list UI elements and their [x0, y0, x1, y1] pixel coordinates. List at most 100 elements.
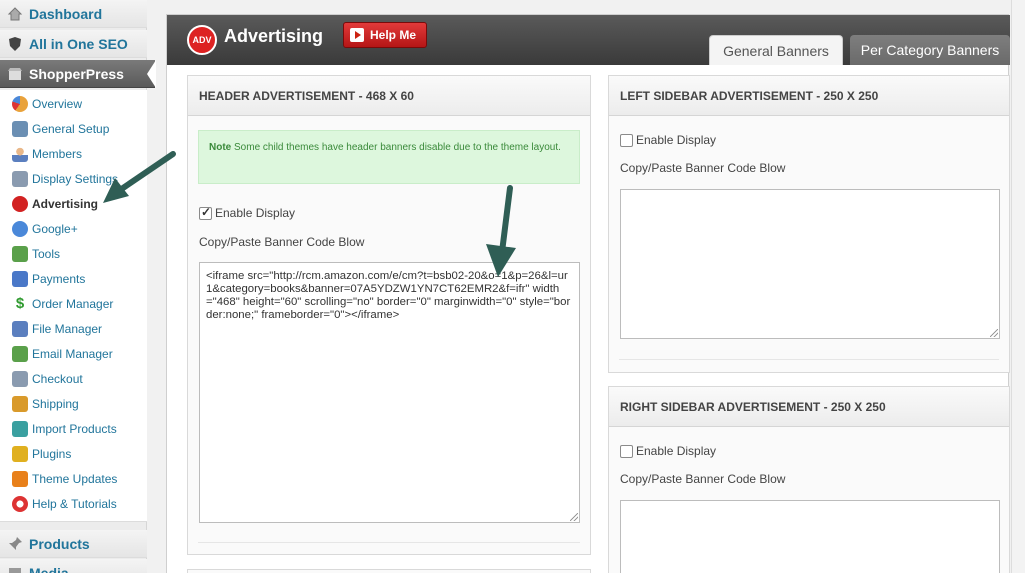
submenu-checkout[interactable]: Checkout [0, 366, 147, 391]
google-icon [12, 220, 28, 237]
right-sidebar-ad-panel: RIGHT SIDEBAR ADVERTISEMENT - 250 X 250 … [608, 386, 1010, 573]
email-icon [12, 345, 28, 362]
submenu-members-label: Members [32, 146, 83, 161]
header-ad-enable-checkbox[interactable] [199, 205, 212, 220]
page-title: Advertising [224, 26, 324, 46]
submenu-general-setup[interactable]: General Setup [0, 116, 147, 141]
note-text: Some child themes have header banners di… [234, 142, 561, 153]
basket-icon [12, 370, 28, 387]
tab-per-category-banners[interactable]: Per Category Banners [850, 35, 1010, 65]
note-label: Note [209, 142, 232, 153]
submenu-overview-label: Overview [32, 96, 83, 111]
menu-shopperpress[interactable]: ShopperPress [0, 60, 156, 88]
help-me-label: Help Me [370, 28, 417, 42]
left-ad-enable-checkbox[interactable] [620, 133, 633, 147]
header-ad-panel: HEADER ADVERTISEMENT - 468 X 60 Note Som… [187, 75, 591, 555]
submenu-checkout-label: Checkout [32, 371, 83, 386]
page-header: ADV Advertising Help Me General Banners … [167, 15, 1010, 65]
submenu-import-products[interactable]: Import Products [0, 416, 147, 441]
toolbox-icon [12, 245, 28, 262]
resize-grip[interactable] [990, 329, 998, 337]
pin-icon [7, 536, 23, 552]
media-icon [7, 565, 23, 573]
panel-divider [619, 359, 999, 360]
lifebuoy-icon [12, 495, 28, 512]
submenu-theme-updates[interactable]: Theme Updates [0, 466, 147, 491]
submenu-theme-updates-label: Theme Updates [32, 471, 118, 486]
left-ad-enable-label: Enable Display [636, 133, 717, 147]
submenu-help-tutorials-label: Help & Tutorials [32, 496, 117, 511]
submenu-email-manager[interactable]: Email Manager [0, 341, 147, 366]
left-sidebar-ad-panel: LEFT SIDEBAR ADVERTISEMENT - 250 X 250 E… [608, 75, 1010, 373]
header-ad-enable-row[interactable]: Enable Display [199, 205, 296, 220]
submenu-email-manager-label: Email Manager [32, 346, 113, 361]
header-ad-code-textarea[interactable]: <iframe src="http://rcm.amazon.com/e/cm?… [199, 262, 580, 523]
left-ad-enable-row[interactable]: Enable Display [620, 133, 716, 147]
main-content: ADV Advertising Help Me General Banners … [166, 14, 1010, 573]
tools-icon [12, 120, 28, 137]
header-ad-code-label: Copy/Paste Banner Code Blow [199, 235, 365, 249]
right-ad-code-label: Copy/Paste Banner Code Blow [620, 472, 786, 486]
submenu-payments[interactable]: Payments [0, 266, 147, 291]
header-ad-note: Note Some child themes have header banne… [198, 130, 580, 184]
left-ad-title: LEFT SIDEBAR ADVERTISEMENT - 250 X 250 [609, 76, 1009, 116]
panel-divider [198, 542, 580, 543]
import-icon [12, 420, 28, 437]
youtube-icon [350, 28, 364, 42]
submenu-shipping-label: Shipping [32, 396, 79, 411]
submenu-payments-label: Payments [32, 271, 86, 286]
submenu-file-manager-label: File Manager [32, 321, 103, 336]
left-ad-code-textarea[interactable] [620, 189, 1000, 339]
menu-dashboard[interactable]: Dashboard [0, 0, 147, 28]
header-ad-title: HEADER ADVERTISEMENT - 468 X 60 [188, 76, 590, 116]
menu-dashboard-label: Dashboard [29, 5, 103, 22]
submenu-advertising-label: Advertising [32, 196, 99, 211]
left-ad-code-label: Copy/Paste Banner Code Blow [620, 161, 786, 175]
menu-shopperpress-label: ShopperPress [29, 65, 124, 82]
box-icon [12, 395, 28, 412]
menu-products-label: Products [29, 535, 90, 552]
rss-icon [12, 470, 28, 487]
puzzle-icon [12, 445, 28, 462]
submenu-google-plus-label: Google+ [32, 221, 78, 236]
submenu-tools[interactable]: Tools [0, 241, 147, 266]
submenu-shipping[interactable]: Shipping [0, 391, 147, 416]
header-ad-enable-label: Enable Display [215, 206, 296, 220]
page-scrollbar[interactable] [1011, 0, 1025, 573]
submenu-google-plus[interactable]: Google+ [0, 216, 147, 241]
menu-all-in-one-seo[interactable]: All in One SEO [0, 30, 147, 58]
submenu-order-manager[interactable]: $ Order Manager [0, 291, 147, 316]
submenu-plugins[interactable]: Plugins [0, 441, 147, 466]
submenu-tools-label: Tools [32, 246, 61, 261]
arrow-to-advertising-icon [103, 151, 176, 203]
right-ad-enable-row[interactable]: Enable Display [620, 444, 716, 458]
submenu-plugins-label: Plugins [32, 446, 72, 461]
shop-icon [7, 66, 23, 82]
submenu-general-setup-label: General Setup [32, 121, 110, 136]
help-me-button[interactable]: Help Me [343, 22, 427, 48]
payments-icon [12, 270, 28, 287]
dollar-icon: $ [15, 294, 25, 312]
submenu-order-manager-label: Order Manager [32, 296, 114, 311]
submenu-help-tutorials[interactable]: Help & Tutorials [0, 491, 147, 516]
menu-media[interactable]: Media [0, 559, 147, 573]
arrow-to-code-icon [486, 185, 516, 277]
house-icon [7, 6, 23, 22]
file-icon [12, 320, 28, 337]
menu-seo-label: All in One SEO [29, 35, 128, 52]
pie-chart-icon [12, 95, 28, 112]
adv-logo-icon: ADV [187, 25, 217, 55]
submenu-file-manager[interactable]: File Manager [0, 316, 147, 341]
admin-sidebar: Dashboard All in One SEO ShopperPress Ov… [0, 0, 156, 573]
tab-general-banners[interactable]: General Banners [709, 35, 843, 65]
right-ad-title: RIGHT SIDEBAR ADVERTISEMENT - 250 X 250 [609, 387, 1009, 427]
menu-products[interactable]: Products [0, 530, 147, 558]
submenu-overview[interactable]: Overview [0, 91, 147, 116]
menu-media-label: Media [29, 564, 69, 573]
right-ad-enable-label: Enable Display [636, 444, 717, 458]
resize-grip[interactable] [570, 513, 578, 521]
right-ad-enable-checkbox[interactable] [620, 444, 633, 458]
user-icon [12, 145, 28, 162]
shield-icon [7, 36, 23, 52]
right-ad-code-textarea[interactable] [620, 500, 1000, 573]
